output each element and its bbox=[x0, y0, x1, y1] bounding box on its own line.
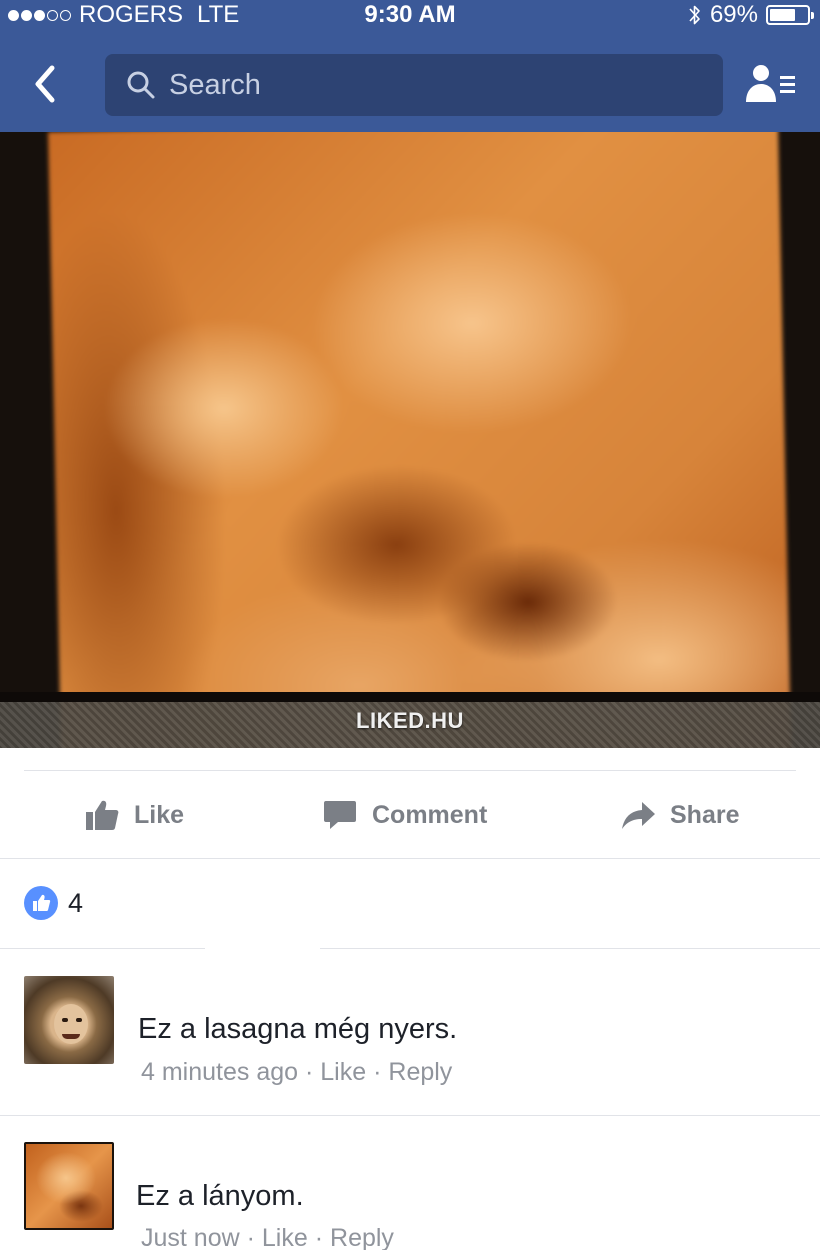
comment-like-link[interactable]: Like bbox=[320, 1058, 366, 1086]
commenter-avatar[interactable] bbox=[24, 1142, 114, 1230]
like-reaction-icon bbox=[24, 886, 58, 920]
search-input[interactable] bbox=[169, 68, 689, 102]
post-actions: Like Comment Share bbox=[0, 772, 820, 858]
separator-dot: · bbox=[314, 1224, 324, 1250]
divider bbox=[24, 770, 796, 771]
comment-label: Comment bbox=[372, 800, 488, 829]
separator-dot: · bbox=[305, 1058, 314, 1086]
ultrasound-image bbox=[48, 132, 792, 748]
separator-dot: · bbox=[373, 1058, 382, 1086]
comment-item: Ez a lasagna még nyers. 4 minutes ago · … bbox=[0, 960, 820, 1115]
like-button[interactable]: Like bbox=[84, 772, 184, 858]
share-arrow-icon bbox=[622, 802, 655, 829]
comment-reply-link[interactable]: Reply bbox=[330, 1224, 394, 1250]
comment-item: Ez a lányom. Just now · Like · Reply bbox=[0, 1116, 820, 1250]
battery-percent: 69% bbox=[709, 1, 758, 28]
comment-time: 4 minutes ago bbox=[141, 1058, 299, 1086]
comment-button[interactable]: Comment bbox=[322, 772, 487, 858]
like-label: Like bbox=[134, 800, 185, 829]
reaction-summary[interactable]: 4 bbox=[24, 886, 83, 920]
battery-icon bbox=[766, 5, 814, 25]
thumbs-up-icon bbox=[86, 800, 119, 830]
share-button[interactable]: Share bbox=[620, 772, 739, 858]
comment-text: Ez a lasagna még nyers. bbox=[138, 1013, 458, 1045]
status-bar: ROGERS LTE 9:30 AM 69% bbox=[0, 0, 820, 32]
comment-text: Ez a lányom. bbox=[136, 1180, 304, 1212]
post-photo[interactable]: LIKED.HU bbox=[0, 132, 820, 748]
search-icon bbox=[127, 71, 155, 99]
top-bar: ROGERS LTE 9:30 AM 69% bbox=[0, 0, 820, 132]
back-chevron-icon[interactable] bbox=[28, 62, 64, 106]
watermark-text: LIKED.HU bbox=[356, 708, 464, 733]
search-bar[interactable] bbox=[105, 54, 723, 116]
share-label: Share bbox=[670, 800, 740, 829]
divider bbox=[320, 948, 820, 949]
friend-list-icon[interactable] bbox=[743, 62, 799, 106]
comment-meta: Just now · Like · Reply bbox=[141, 1224, 394, 1250]
reaction-count: 4 bbox=[68, 887, 84, 918]
divider bbox=[0, 858, 820, 859]
commenter-avatar[interactable] bbox=[24, 976, 114, 1064]
comment-icon bbox=[324, 801, 356, 829]
comment-like-link[interactable]: Like bbox=[262, 1224, 308, 1250]
comment-reply-link[interactable]: Reply bbox=[388, 1058, 452, 1086]
comment-time: Just now bbox=[141, 1224, 240, 1250]
separator-dot: · bbox=[246, 1224, 255, 1250]
divider bbox=[0, 948, 205, 949]
bluetooth-icon bbox=[689, 5, 700, 25]
comment-meta: 4 minutes ago · Like · Reply bbox=[141, 1058, 452, 1087]
